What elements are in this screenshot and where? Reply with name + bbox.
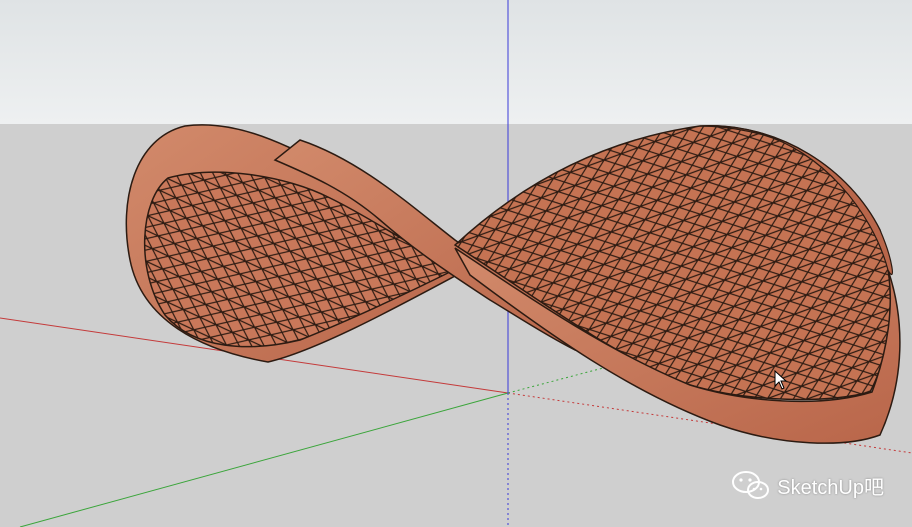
green-axis [19, 392, 509, 527]
3d-scene[interactable] [0, 0, 912, 527]
watermark-text: SketchUp吧 [777, 476, 884, 499]
left-lobe-lattice[interactable] [143, 171, 465, 348]
watermark: SketchUp吧 [731, 469, 884, 501]
wechat-icon [732, 471, 770, 499]
mouse-cursor-icon [774, 370, 788, 390]
sketchup-viewport[interactable]: SketchUp吧 [0, 0, 912, 527]
